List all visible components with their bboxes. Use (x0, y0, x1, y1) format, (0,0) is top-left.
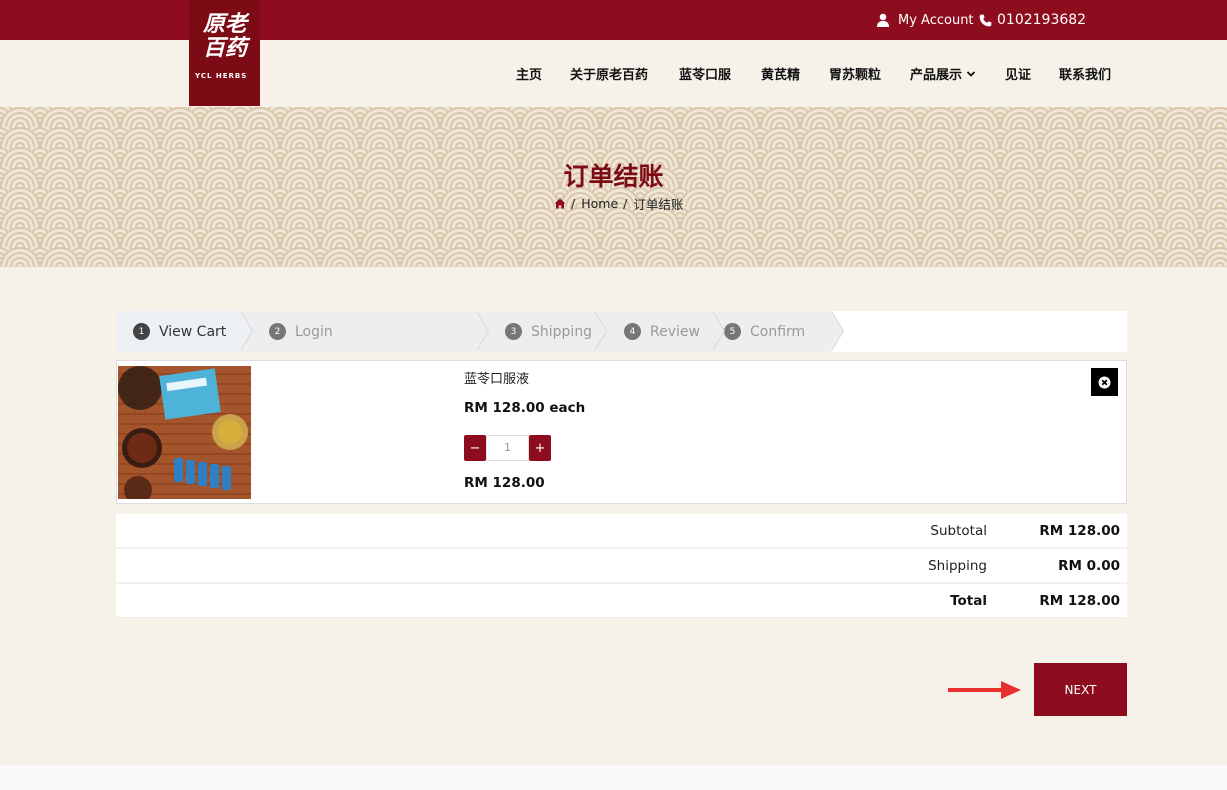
step-number: 3 (505, 323, 522, 340)
quantity-plus-button[interactable]: + (529, 435, 551, 461)
logo-english: YCL HERBS (195, 72, 248, 80)
footer-band (0, 765, 1227, 790)
product-image[interactable] (118, 366, 251, 499)
nav-label: 见证 (1005, 68, 1032, 83)
step-number: 4 (624, 323, 641, 340)
main-nav: 主页 关于原老百药 蓝苓口服 黄芪精 胃苏颗粒 产品展示 见证 联系我们 (0, 40, 1227, 107)
step-confirm[interactable]: 5 Confirm (712, 311, 844, 352)
nav-item-contact[interactable]: 联系我们 (1059, 40, 1111, 107)
nav-item-products[interactable]: 产品展示 (910, 40, 976, 107)
my-account-link[interactable]: My Account (876, 0, 974, 40)
nav-item-home[interactable]: 主页 (516, 40, 542, 107)
breadcrumb-home[interactable]: Home (581, 196, 618, 211)
step-number: 2 (269, 323, 286, 340)
step-review[interactable]: 4 Review (594, 311, 725, 352)
total-label: Total (950, 593, 987, 609)
my-account-label: My Account (898, 12, 974, 28)
breadcrumb-current: 订单结账 (633, 197, 684, 212)
nav-label: 产品展示 (910, 68, 963, 83)
step-label: Review (650, 323, 700, 340)
chevron-down-icon (966, 70, 976, 77)
breadcrumb-separator: / (571, 196, 576, 211)
total-row: Total RM 128.00 (116, 584, 1127, 618)
step-label: Shipping (531, 323, 593, 340)
shipping-amount: RM 0.00 (1058, 558, 1120, 574)
breadcrumb: / Home / 订单结账 (554, 194, 683, 213)
line-total: RM 128.00 (464, 475, 545, 491)
step-login[interactable]: 2 Login (240, 311, 489, 352)
subtotal-label: Subtotal (930, 523, 987, 539)
page-title: 订单结账 (563, 162, 664, 191)
step-shipping[interactable]: 3 Shipping (476, 311, 607, 352)
nav-item-weisu[interactable]: 胃苏颗粒 (829, 40, 881, 107)
step-view-cart[interactable]: 1 View Cart (116, 311, 253, 352)
nav-item-lanling[interactable]: 蓝苓口服 (679, 40, 731, 107)
order-totals: Subtotal RM 128.00 Shipping RM 0.00 Tota… (116, 514, 1127, 619)
home-icon[interactable] (554, 198, 566, 209)
subtotal-amount: RM 128.00 (1039, 523, 1120, 539)
phone-link[interactable]: 0102193682 (979, 0, 1086, 40)
product-photo (118, 366, 251, 499)
product-price-each: RM 128.00 each (464, 400, 586, 416)
shipping-label: Shipping (928, 558, 987, 574)
logo-calligraphy: 原老百药 (202, 11, 247, 61)
next-button[interactable]: NEXT (1034, 663, 1127, 716)
nav-label: 关于原老百药 (570, 68, 649, 83)
remove-item-button[interactable] (1091, 368, 1118, 396)
step-label: Confirm (750, 323, 806, 340)
nav-item-huangqi[interactable]: 黄芪精 (761, 40, 800, 107)
phone-number: 0102193682 (997, 12, 1087, 28)
quantity-stepper: − 1 + (464, 435, 551, 461)
page-hero: 订单结账 / Home / 订单结账 (0, 107, 1227, 267)
step-number: 5 (724, 323, 741, 340)
step-number: 1 (133, 323, 150, 340)
quantity-minus-button[interactable]: − (464, 435, 486, 461)
step-label: Login (295, 323, 333, 340)
nav-label: 主页 (516, 68, 543, 83)
shipping-row: Shipping RM 0.00 (116, 549, 1127, 583)
nav-label: 蓝苓口服 (679, 68, 732, 83)
total-amount: RM 128.00 (1039, 593, 1120, 609)
quantity-input[interactable]: 1 (486, 435, 529, 461)
top-bar: My Account 0102193682 (0, 0, 1227, 40)
nav-item-testimonials[interactable]: 见证 (1005, 40, 1031, 107)
site-logo[interactable]: 原老百药 YCL HERBS (189, 0, 260, 106)
breadcrumb-separator: / (623, 196, 628, 211)
annotation-arrow-icon (948, 681, 1021, 699)
nav-label: 胃苏颗粒 (829, 68, 882, 83)
user-icon (877, 13, 889, 27)
nav-label: 黄芪精 (761, 68, 801, 83)
phone-icon (979, 14, 992, 26)
subtotal-row: Subtotal RM 128.00 (116, 514, 1127, 548)
nav-item-about[interactable]: 关于原老百药 (570, 40, 648, 107)
cart-item: 蓝苓口服液 RM 128.00 each − 1 + RM 128.00 (116, 360, 1127, 504)
nav-label: 联系我们 (1059, 68, 1112, 83)
close-circle-icon (1098, 376, 1111, 388)
step-label: View Cart (159, 323, 227, 340)
checkout-steps: 4 Review 5 Confirm 3 Shipping 2 Login 1 … (116, 311, 1127, 352)
product-name[interactable]: 蓝苓口服液 (464, 368, 529, 387)
